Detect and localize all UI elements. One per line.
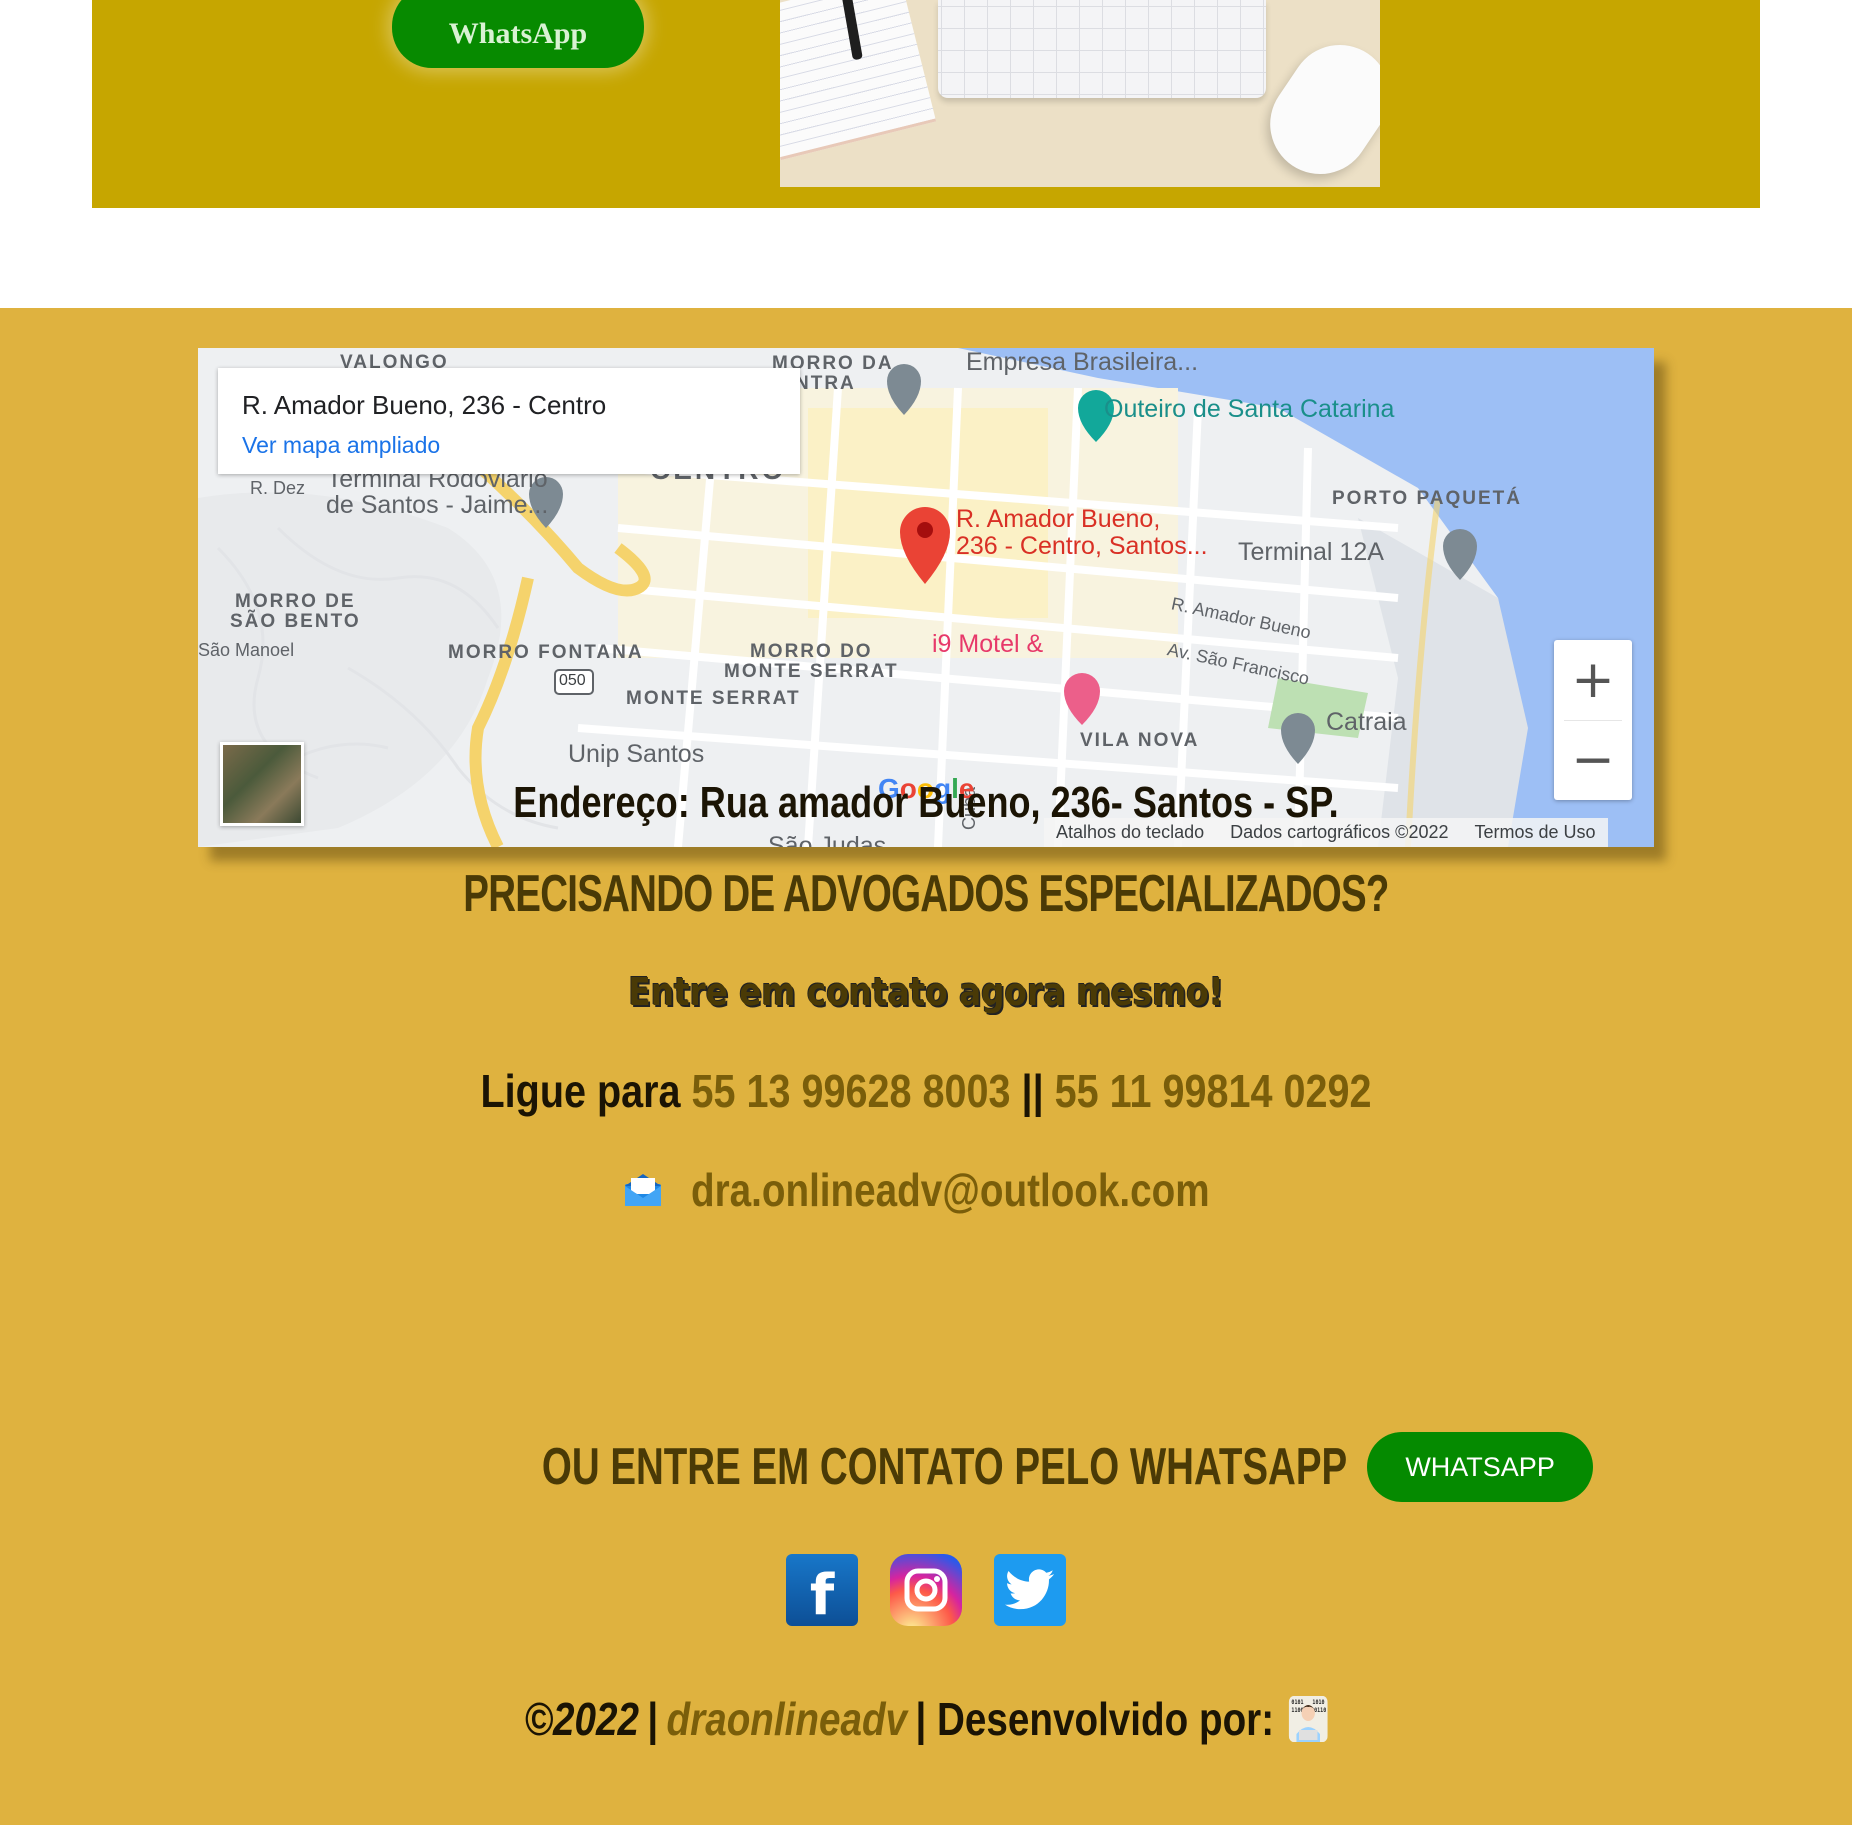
route-050-badge: 050 xyxy=(559,672,586,689)
whatsapp-top-button[interactable]: WhatsApp xyxy=(392,0,644,68)
map-label-unip: Unip Santos xyxy=(568,740,705,768)
map-label-vila-nova: VILA NOVA xyxy=(1080,730,1200,751)
zoom-in-button[interactable]: + xyxy=(1554,640,1632,720)
twitter-icon[interactable] xyxy=(994,1554,1066,1626)
address-text: Endereço: Rua amador Bueno, 236- Santos … xyxy=(513,778,1339,827)
brand-link[interactable]: draonlineadv xyxy=(666,1692,906,1746)
map-info-card: R. Amador Bueno, 236 - Centro Ver mapa a… xyxy=(218,368,800,474)
map-label-catraia: Catraia xyxy=(1326,708,1407,736)
desk-photo xyxy=(780,0,1380,187)
call-prefix: Ligue para xyxy=(480,1065,681,1117)
social-links: f xyxy=(0,1554,1852,1628)
phone-separator: || xyxy=(1021,1065,1044,1117)
phone-line: Ligue para 55 13 99628 8003 || 55 11 998… xyxy=(130,1064,1723,1118)
whatsapp-row: OU ENTRE EM CONTATO PELO WHATSAPP WHATSA… xyxy=(0,1432,1852,1502)
map-info-address: R. Amador Bueno, 236 - Centro xyxy=(242,390,607,420)
map-label-outeiro: Outeiro de Santa Catarina xyxy=(1104,395,1395,423)
map-label-sao-manoel: São Manoel xyxy=(198,640,295,660)
map-label-morro-sao-bento: MORRO DE SÃO BENTO xyxy=(230,591,361,632)
svg-text:0101: 0101 xyxy=(1292,1700,1305,1706)
phone-link-1[interactable]: 55 13 99628 8003 xyxy=(692,1065,1011,1117)
map-zoom-control: + − xyxy=(1554,640,1632,800)
copyright-separator: | xyxy=(647,1693,658,1745)
top-banner: WhatsApp xyxy=(92,0,1760,208)
whatsapp-button[interactable]: WHATSAPP xyxy=(1367,1432,1594,1502)
email-row: dra.onlineadv@outlook.com xyxy=(0,1163,1852,1217)
headline: PRECISANDO DE ADVOGADOS ESPECIALIZADOS? xyxy=(463,865,1389,923)
instagram-icon[interactable] xyxy=(890,1554,962,1626)
map-label-monte-serrat: MONTE SERRAT xyxy=(626,688,801,709)
whatsapp-prompt: OU ENTRE EM CONTATO PELO WHATSAPP xyxy=(541,1438,1348,1496)
google-map[interactable]: VALONGO MORRO DA CINTRA Empresa Brasilei… xyxy=(198,348,1654,847)
mouse-image xyxy=(1250,25,1380,187)
map-label-empresa: Empresa Brasileira... xyxy=(966,348,1199,376)
map-label-morro-monte-serrat: MORRO DO MONTE SERRAT xyxy=(724,641,899,682)
map-label-porto-paqueta: PORTO PAQUETÁ xyxy=(1332,488,1522,509)
developer-icon[interactable]: 0101 1010 1100 0110 xyxy=(1289,1696,1328,1742)
envelope-icon xyxy=(623,1172,663,1208)
svg-text:1010: 1010 xyxy=(1313,1700,1325,1706)
larger-map-link[interactable]: Ver mapa ampliado xyxy=(242,432,440,459)
map-label-terminal-12a: Terminal 12A xyxy=(1238,538,1384,566)
keyboard-image xyxy=(938,0,1266,98)
map-label-r-dez: R. Dez xyxy=(250,478,306,498)
copyright-year: ©2022 xyxy=(524,1693,639,1745)
map-label-sao-judas: São Judas xyxy=(768,832,887,847)
zoom-divider xyxy=(1564,720,1622,721)
map-pin-label[interactable]: R. Amador Bueno, 236 - Centro, Santos... xyxy=(956,506,1208,560)
developed-by-text: | Desenvolvido por: xyxy=(915,1693,1274,1745)
phone-link-2[interactable]: 55 11 99814 0292 xyxy=(1055,1065,1372,1117)
map-label-morro-fontana: MORRO FONTANA xyxy=(448,642,644,663)
email-link[interactable]: dra.onlineadv@outlook.com xyxy=(691,1163,1210,1217)
notebook-image xyxy=(780,0,937,161)
subheadline: Entre em contato agora mesmo! xyxy=(628,970,1224,1014)
facebook-icon[interactable]: f xyxy=(786,1554,858,1628)
contact-footer: VALONGO MORRO DA CINTRA Empresa Brasilei… xyxy=(0,308,1852,1825)
svg-text:0110: 0110 xyxy=(1314,1708,1326,1714)
facebook-glyph: f xyxy=(809,1562,835,1628)
map-label-i9-motel: i9 Motel & xyxy=(932,630,1044,658)
copyright-line: ©2022 | draonlineadv | Desenvolvido por:… xyxy=(0,1692,1852,1746)
